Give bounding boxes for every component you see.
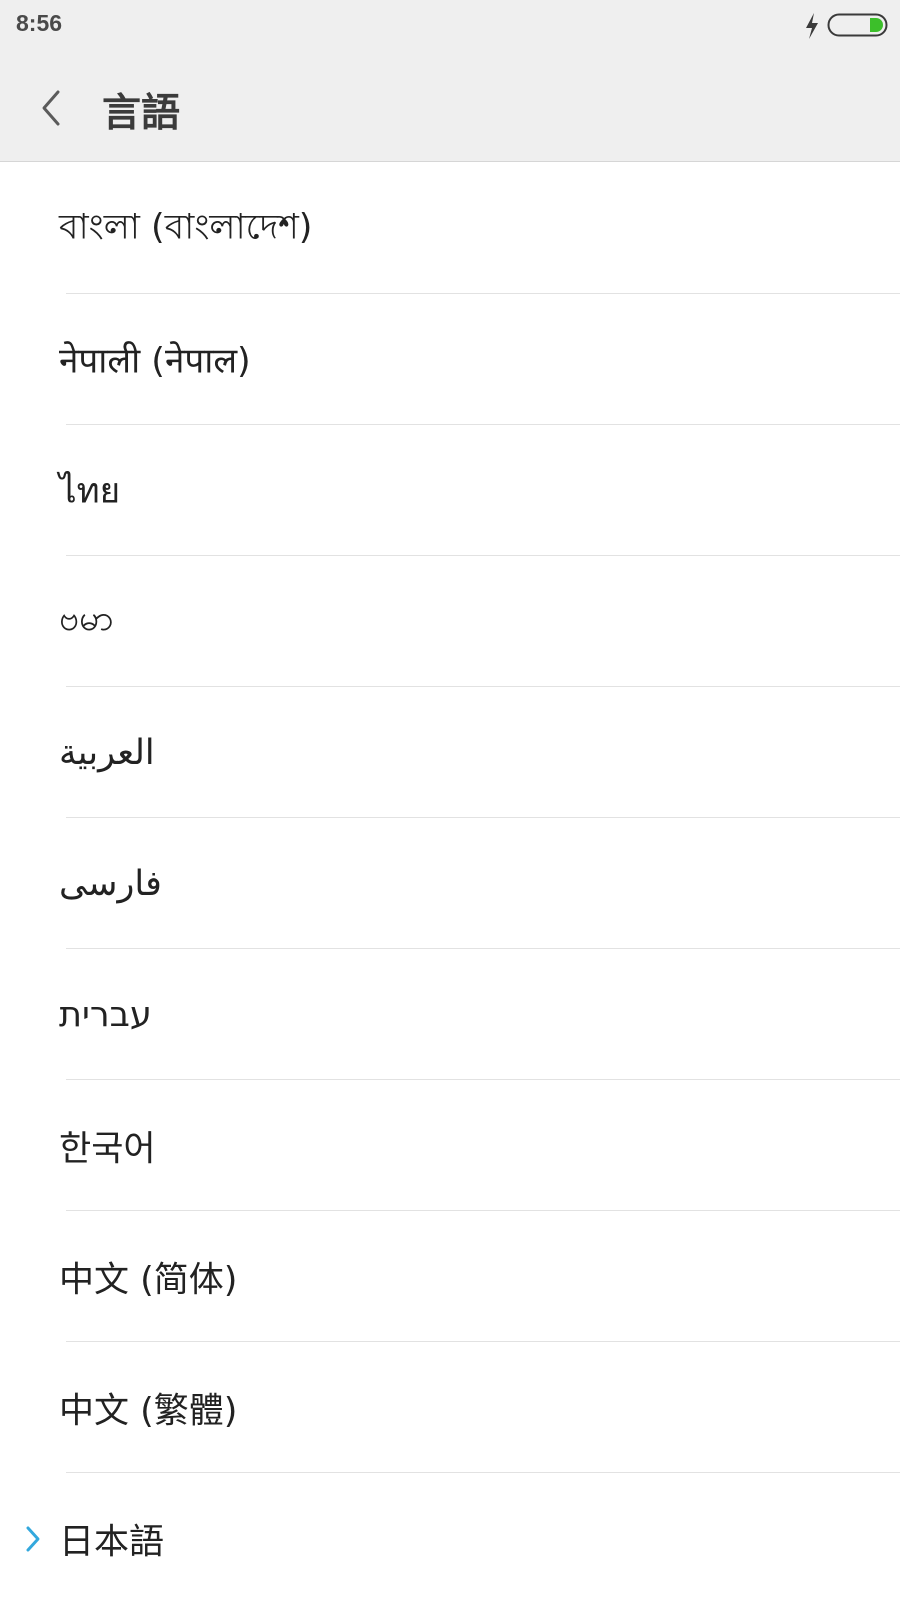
language-label: ไทย [59, 471, 121, 511]
language-item-nepali[interactable]: नेपाली (नेपाल) [0, 294, 900, 425]
chevron-right-icon [26, 1526, 40, 1551]
language-label: বাংলা (বাংলাদেশ) [59, 207, 313, 247]
language-label: 한국어 [59, 1129, 156, 1169]
language-item-hebrew[interactable]: עברית [0, 949, 900, 1080]
language-list: বাংলা (বাংলাদেশ) नेपाली (नेपाल) ไทย ဗမာ … [0, 163, 900, 1600]
language-item-arabic[interactable]: العربية [0, 687, 900, 818]
language-item-bengali[interactable]: বাংলা (বাংলাদেশ) [0, 163, 900, 294]
language-label: 中文 (繁體) [59, 1391, 238, 1431]
language-label: ဗမာ [59, 598, 114, 639]
language-label: नेपाली (नेपाल) [59, 341, 251, 381]
language-item-japanese-selected[interactable]: 日本語 [0, 1473, 900, 1600]
language-item-chinese-traditional[interactable]: 中文 (繁體) [0, 1342, 900, 1473]
lightning-bolt-icon [806, 13, 818, 39]
status-bar: 8:56 [0, 0, 900, 52]
language-item-chinese-simplified[interactable]: 中文 (简体) [0, 1211, 900, 1342]
language-item-thai[interactable]: ไทย [0, 425, 900, 556]
language-item-burmese[interactable]: ဗမာ [0, 556, 900, 687]
page-title: 言語 [102, 91, 181, 136]
language-label: 中文 (简体) [59, 1260, 238, 1300]
language-label: 日本語 [59, 1522, 165, 1562]
status-time: 8:56 [16, 10, 63, 36]
language-item-persian[interactable]: فارسی [0, 818, 900, 949]
language-label: فارسی [59, 863, 162, 904]
chevron-left-icon[interactable] [36, 86, 68, 130]
language-item-korean[interactable]: 한국어 [0, 1080, 900, 1211]
language-label: العربية [59, 732, 155, 773]
action-bar: 言語 [0, 52, 900, 162]
language-label: עברית [59, 994, 152, 1035]
battery-icon [827, 13, 888, 37]
